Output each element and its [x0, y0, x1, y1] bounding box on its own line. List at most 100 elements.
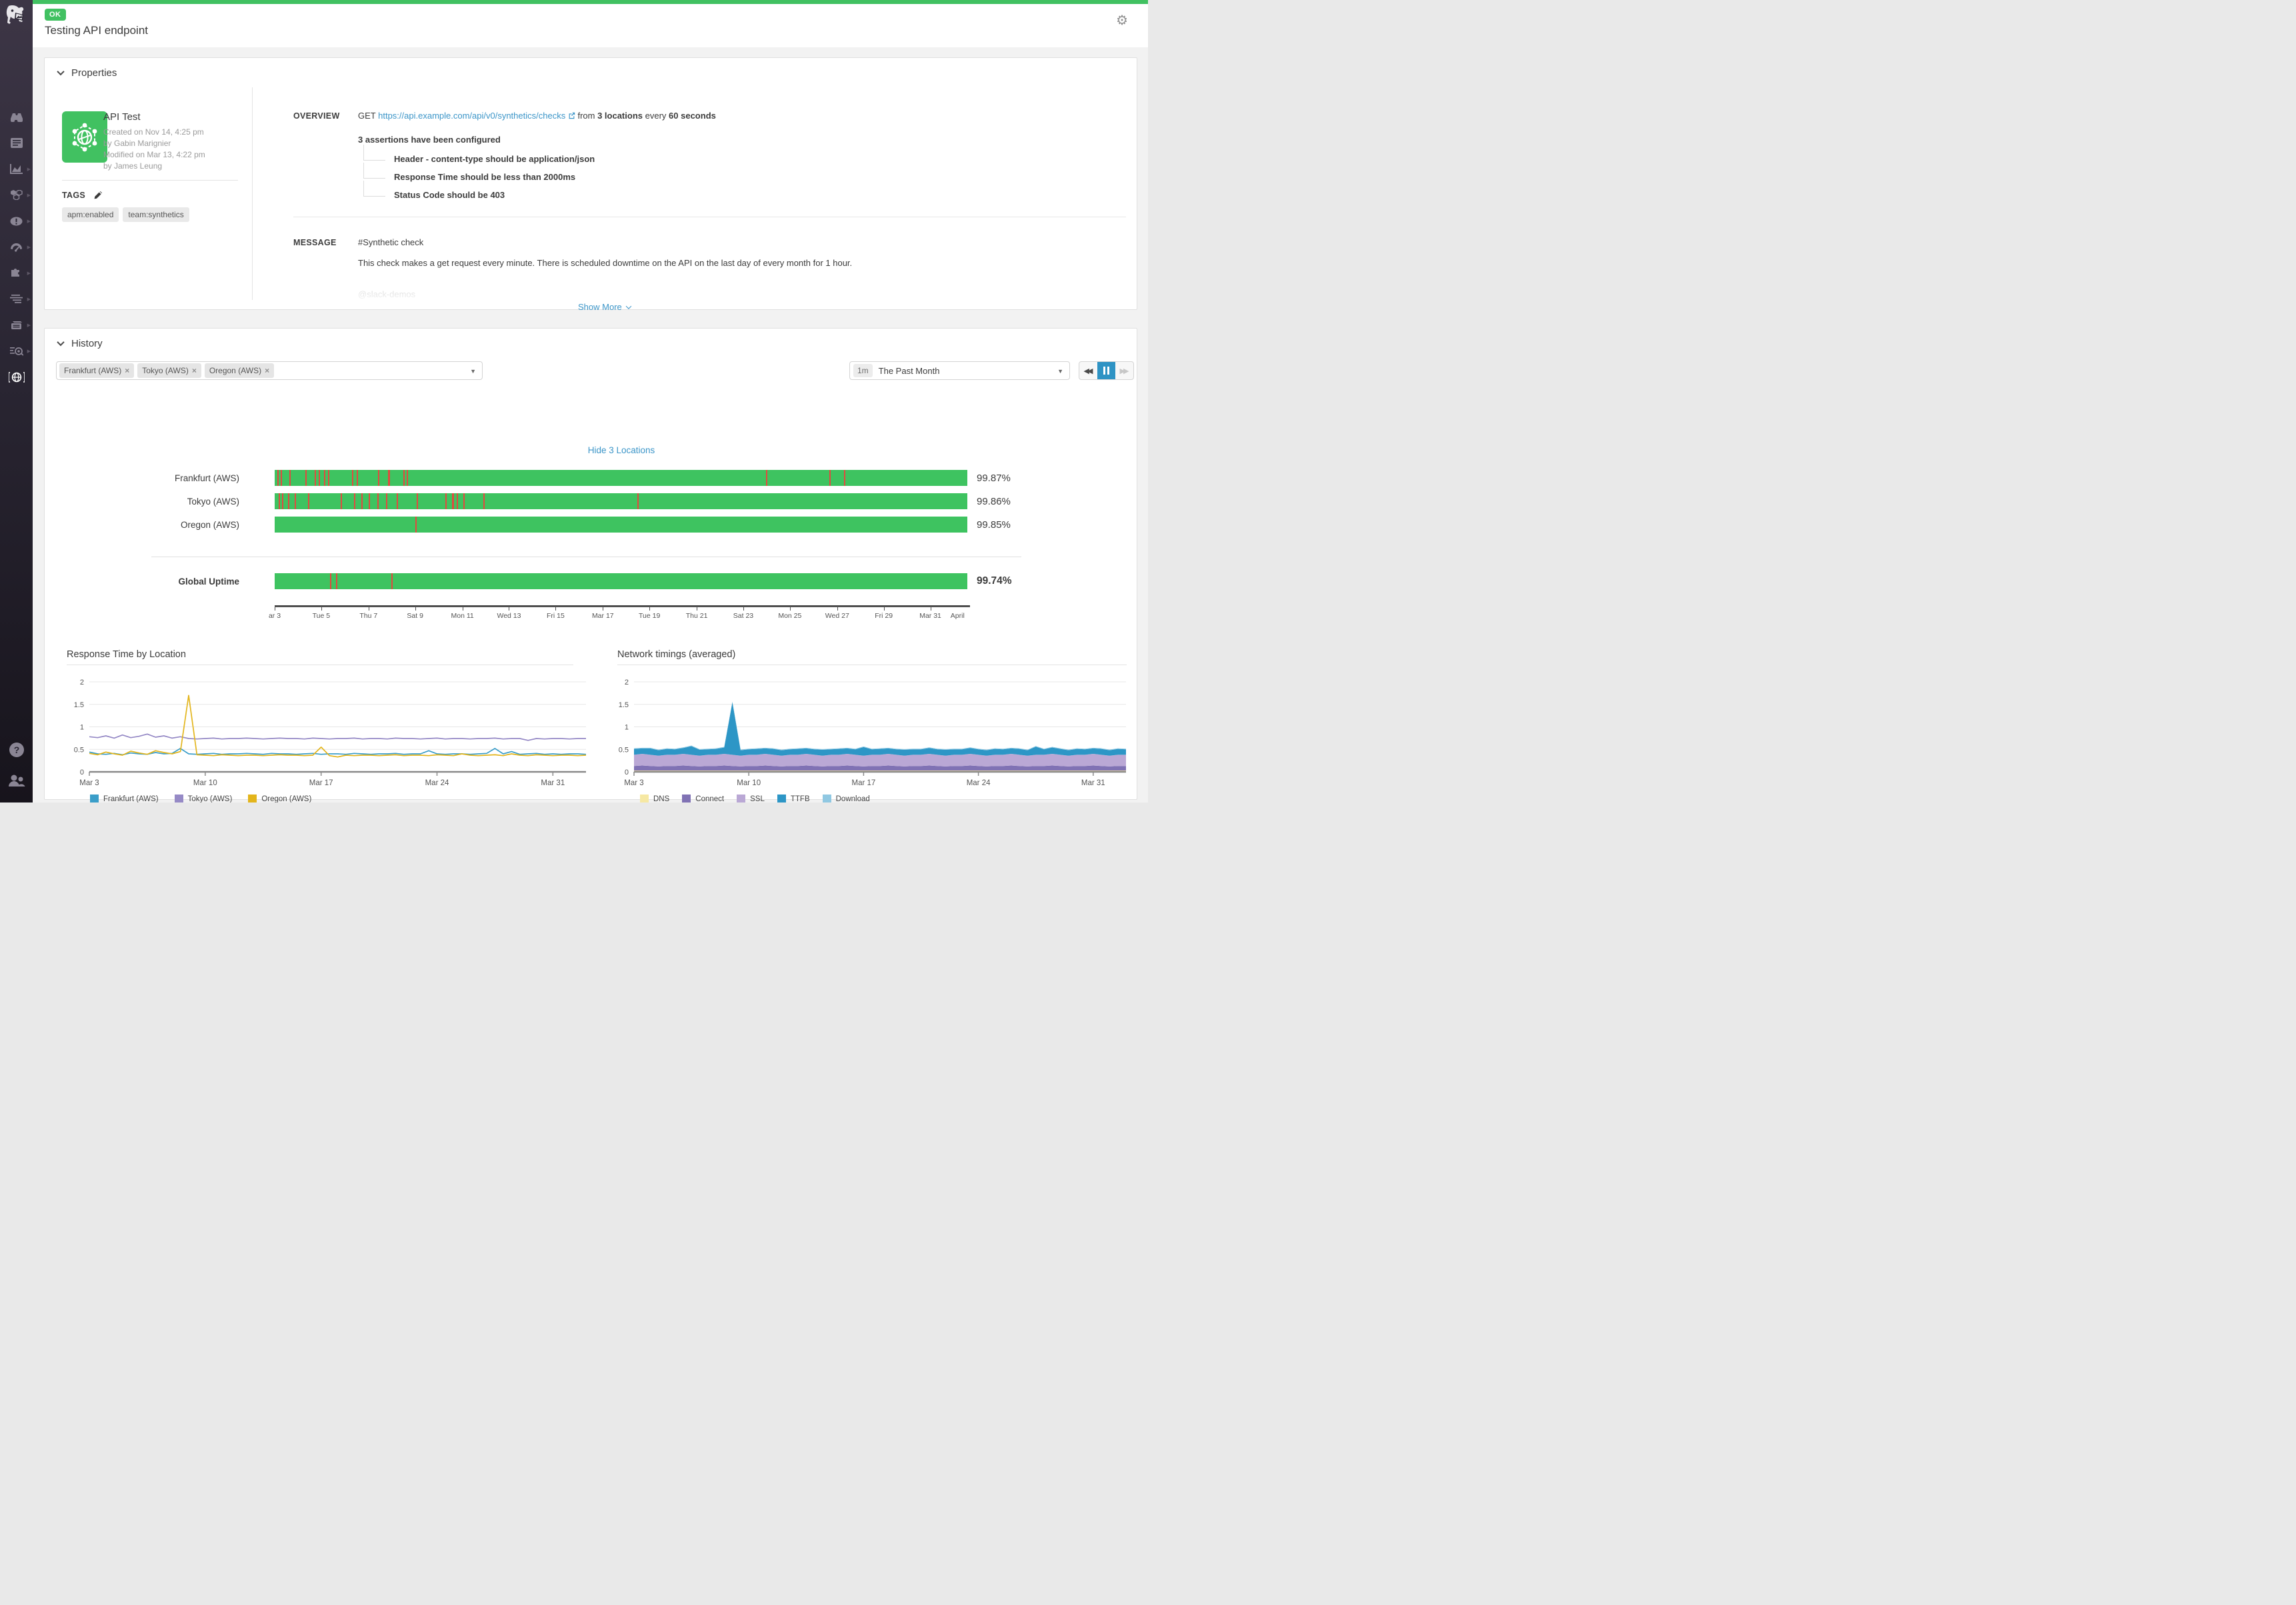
pause-button[interactable] [1097, 362, 1115, 379]
svg-text:Mar 31: Mar 31 [541, 779, 565, 787]
uptime-bar[interactable] [275, 573, 967, 589]
remove-filter-icon[interactable]: × [265, 366, 269, 375]
gear-icon[interactable]: ⚙ [1116, 12, 1128, 28]
legend-item[interactable]: Connect [682, 795, 724, 802]
main-area: OK Testing API endpoint ⚙ Properties [33, 0, 1148, 802]
remove-filter-icon[interactable]: × [192, 366, 197, 375]
axis-tick-label: Tue 5 [313, 612, 330, 620]
synthetics-globe-icon [9, 372, 25, 383]
submenu-arrow-icon: ▶ [27, 193, 31, 198]
hide-locations-link[interactable]: Hide 3 Locations [588, 445, 655, 455]
uptime-percentage: 99.87% [977, 473, 1011, 484]
metrics-chart-icon [10, 164, 23, 174]
sidebar-item-users[interactable] [0, 765, 33, 796]
svg-text:Mar 24: Mar 24 [425, 779, 449, 787]
svg-text:0: 0 [80, 769, 84, 777]
svg-text:?: ? [13, 745, 19, 755]
svg-text:0.5: 0.5 [74, 746, 84, 754]
logs-lines-icon [10, 295, 23, 303]
endpoint-link[interactable]: https://api.example.com/api/v0/synthetic… [378, 111, 565, 121]
svg-text:Mar 17: Mar 17 [309, 779, 333, 787]
sidebar-item-monitors-alert[interactable]: ▶ [0, 208, 33, 234]
sidebar-item-notebooks-book[interactable]: ▶ [0, 312, 33, 338]
legend-item[interactable]: SSL [737, 795, 765, 802]
sidebar-item-infrastructure-hexagons[interactable]: ▶ [0, 182, 33, 208]
legend-item[interactable]: TTFB [777, 795, 810, 802]
submenu-arrow-icon: ▶ [27, 245, 31, 250]
assertion-item: Header - content-type should be applicat… [363, 150, 595, 168]
submenu-arrow-icon: ▶ [27, 349, 31, 354]
uptime-row-label: Global Uptime [45, 577, 239, 587]
fast-forward-button[interactable]: ▶▶ [1115, 362, 1133, 379]
network-chart-legend: DNS Connect SSL TTFB Download [640, 795, 870, 802]
chevron-down-icon: ▼ [470, 368, 476, 375]
legend-item[interactable]: Oregon (AWS) [248, 795, 311, 802]
uptime-row: Frankfurt (AWS)99.87% [45, 470, 1011, 486]
sidebar-item-binoculars-watchdog[interactable] [0, 104, 33, 130]
axis-tick-label: Thu 7 [359, 612, 377, 620]
test-type: API Test [103, 111, 205, 123]
sidebar: ▶▶▶▶▶▶▶▶ ? [0, 0, 33, 802]
status-badge: OK [45, 9, 66, 21]
legend-swatch [248, 795, 257, 802]
chevron-down-icon [626, 303, 631, 309]
message-label: MESSAGE [293, 238, 337, 247]
sidebar-item-metrics-chart[interactable]: ▶ [0, 156, 33, 182]
location-filter-select[interactable]: Frankfurt (AWS)×Tokyo (AWS)×Oregon (AWS)… [56, 361, 483, 380]
edit-pencil-icon[interactable] [93, 191, 103, 200]
uptime-bar[interactable] [275, 493, 967, 509]
sidebar-item-help[interactable]: ? [0, 735, 33, 765]
sidebar-item-security-scan[interactable]: ▶ [0, 338, 33, 364]
svg-text:Mar 17: Mar 17 [852, 779, 876, 787]
axis-month-label: April [951, 612, 965, 620]
time-range-select[interactable]: 1m The Past Month ▼ [849, 361, 1070, 380]
show-more-button[interactable]: Show More [578, 302, 631, 312]
assertion-item: Status Code should be 403 [363, 186, 595, 204]
uptime-bar[interactable] [275, 470, 967, 486]
network-timings-chart[interactable]: 00.511.52Mar 3Mar 10Mar 17Mar 24Mar 31 [604, 674, 1137, 794]
datadog-logo[interactable] [3, 4, 29, 29]
properties-header[interactable]: Properties [45, 58, 1137, 87]
remove-filter-icon[interactable]: × [125, 366, 129, 375]
network-chart-title: Network timings (averaged) [617, 649, 735, 660]
rewind-button[interactable]: ◀◀ [1079, 362, 1097, 379]
uptime-bar[interactable] [275, 517, 967, 533]
axis-tick-label: Mon 25 [778, 612, 801, 620]
legend-item[interactable]: Download [823, 795, 870, 802]
infrastructure-hexagons-icon [10, 190, 23, 200]
svg-text:1.5: 1.5 [619, 701, 629, 709]
sidebar-item-events-list[interactable] [0, 130, 33, 156]
uptime-row-label: Oregon (AWS) [45, 520, 239, 530]
sidebar-item-synthetics-globe[interactable] [0, 364, 33, 390]
svg-text:Mar 10: Mar 10 [737, 779, 761, 787]
sidebar-nav: ▶▶▶▶▶▶▶▶ [0, 104, 33, 390]
sidebar-item-integrations-puzzle[interactable]: ▶ [0, 260, 33, 286]
axis-tick-label: Mar 17 [592, 612, 614, 620]
sidebar-bottom: ? [0, 735, 33, 796]
sidebar-item-apm-gauge[interactable]: ▶ [0, 234, 33, 260]
properties-card: Properties API Test [44, 57, 1137, 310]
uptime-row: Tokyo (AWS)99.86% [45, 493, 1011, 509]
notebooks-book-icon [11, 321, 23, 330]
chevron-down-icon: ▼ [1057, 368, 1063, 375]
history-title: History [71, 338, 103, 349]
overview-label: OVERVIEW [293, 111, 340, 121]
history-header[interactable]: History [45, 329, 1137, 358]
legend-item[interactable]: Tokyo (AWS) [175, 795, 233, 802]
uptime-percentage: 99.85% [977, 519, 1011, 531]
legend-swatch [737, 795, 745, 802]
response-time-chart[interactable]: 00.511.52Mar 3Mar 10Mar 17Mar 24Mar 31 [59, 674, 599, 794]
submenu-arrow-icon: ▶ [27, 219, 31, 224]
tag-pill: apm:enabled [62, 207, 119, 222]
legend-item[interactable]: DNS [640, 795, 669, 802]
legend-swatch [175, 795, 183, 802]
submenu-arrow-icon: ▶ [27, 167, 31, 172]
monitors-alert-icon [10, 217, 23, 226]
svg-text:2: 2 [80, 679, 84, 687]
legend-item[interactable]: Frankfurt (AWS) [90, 795, 159, 802]
uptime-percentage: 99.86% [977, 496, 1011, 507]
tags-label: TAGS [62, 191, 103, 200]
tags-list: apm:enabledteam:synthetics [62, 207, 189, 222]
binoculars-watchdog-icon [10, 112, 23, 123]
sidebar-item-logs-lines[interactable]: ▶ [0, 286, 33, 312]
